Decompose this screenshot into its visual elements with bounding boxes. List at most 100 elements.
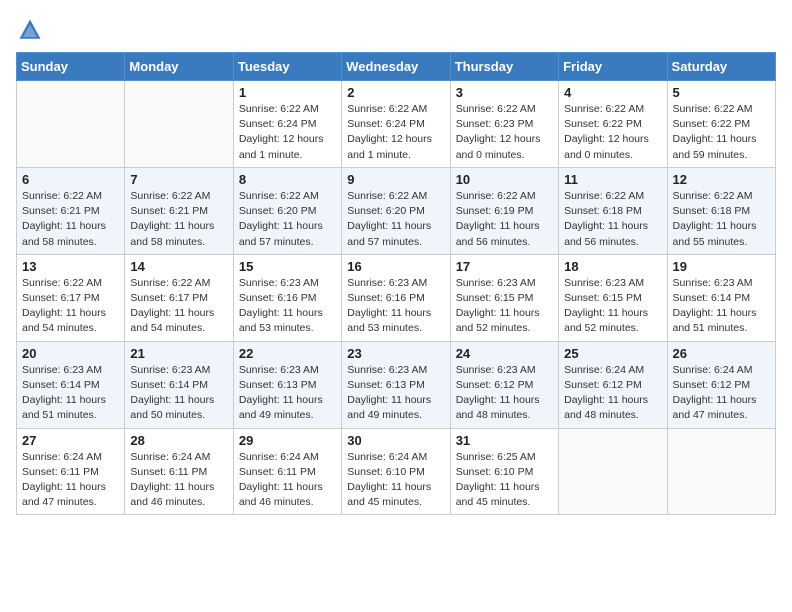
weekday-header-row: SundayMondayTuesdayWednesdayThursdayFrid… [17,53,776,81]
day-number: 5 [673,85,770,100]
day-info: Sunrise: 6:23 AMSunset: 6:16 PMDaylight:… [239,276,336,337]
logo [16,16,48,44]
weekday-header-saturday: Saturday [667,53,775,81]
weekday-header-tuesday: Tuesday [233,53,341,81]
day-info: Sunrise: 6:22 AMSunset: 6:21 PMDaylight:… [22,189,119,250]
day-number: 18 [564,259,661,274]
weekday-header-friday: Friday [559,53,667,81]
calendar-cell: 28Sunrise: 6:24 AMSunset: 6:11 PMDayligh… [125,428,233,515]
day-number: 28 [130,433,227,448]
day-info: Sunrise: 6:22 AMSunset: 6:20 PMDaylight:… [347,189,444,250]
calendar-cell: 27Sunrise: 6:24 AMSunset: 6:11 PMDayligh… [17,428,125,515]
day-number: 21 [130,346,227,361]
calendar-cell: 16 Sunrise: 6:23 AMSunset: 6:16 PMDayligh… [342,254,450,341]
day-number: 24 [456,346,553,361]
day-number: 9 [347,172,444,187]
day-number: 16 [347,259,444,274]
weekday-header-sunday: Sunday [17,53,125,81]
calendar-cell [125,81,233,168]
calendar-cell: 19 Sunrise: 6:23 AMSunset: 6:14 PMDayligh… [667,254,775,341]
day-number: 31 [456,433,553,448]
day-number: 17 [456,259,553,274]
weekday-header-wednesday: Wednesday [342,53,450,81]
day-info: Sunrise: 6:22 AMSunset: 6:21 PMDaylight:… [130,189,227,250]
day-number: 4 [564,85,661,100]
day-number: 6 [22,172,119,187]
calendar-cell: 4 Sunrise: 6:22 AMSunset: 6:22 PMDaylight… [559,81,667,168]
day-number: 10 [456,172,553,187]
day-number: 2 [347,85,444,100]
day-number: 23 [347,346,444,361]
day-info: Sunrise: 6:23 AMSunset: 6:14 PMDaylight:… [22,363,119,424]
day-info: Sunrise: 6:22 AMSunset: 6:17 PMDaylight:… [22,276,119,337]
day-number: 13 [22,259,119,274]
day-info: Sunrise: 6:22 AMSunset: 6:18 PMDaylight:… [673,189,770,250]
day-info: Sunrise: 6:25 AMSunset: 6:10 PMDaylight:… [456,450,553,511]
calendar-cell: 31 Sunrise: 6:25 AMSunset: 6:10 PMDayligh… [450,428,558,515]
calendar-cell: 29 Sunrise: 6:24 AMSunset: 6:11 PMDayligh… [233,428,341,515]
day-info: Sunrise: 6:22 AMSunset: 6:22 PMDaylight:… [564,102,661,163]
day-number: 8 [239,172,336,187]
calendar-cell: 22 Sunrise: 6:23 AMSunset: 6:13 PMDayligh… [233,341,341,428]
day-info: Sunrise: 6:23 AMSunset: 6:14 PMDaylight:… [673,276,770,337]
day-info: Sunrise: 6:22 AMSunset: 6:20 PMDaylight:… [239,189,336,250]
weekday-header-thursday: Thursday [450,53,558,81]
day-number: 15 [239,259,336,274]
day-number: 19 [673,259,770,274]
calendar-cell: 23 Sunrise: 6:23 AMSunset: 6:13 PMDayligh… [342,341,450,428]
day-info: Sunrise: 6:22 AMSunset: 6:24 PMDaylight:… [347,102,444,163]
calendar-week-row: 20 Sunrise: 6:23 AMSunset: 6:14 PMDayligh… [17,341,776,428]
calendar-cell: 3 Sunrise: 6:22 AMSunset: 6:23 PMDaylight… [450,81,558,168]
day-number: 3 [456,85,553,100]
calendar-cell: 8 Sunrise: 6:22 AMSunset: 6:20 PMDaylight… [233,167,341,254]
calendar-week-row: 27Sunrise: 6:24 AMSunset: 6:11 PMDayligh… [17,428,776,515]
day-info: Sunrise: 6:22 AMSunset: 6:17 PMDaylight:… [130,276,227,337]
calendar-cell: 26 Sunrise: 6:24 AMSunset: 6:12 PMDayligh… [667,341,775,428]
calendar-cell: 5 Sunrise: 6:22 AMSunset: 6:22 PMDaylight… [667,81,775,168]
day-info: Sunrise: 6:22 AMSunset: 6:22 PMDaylight:… [673,102,770,163]
calendar-week-row: 13 Sunrise: 6:22 AMSunset: 6:17 PMDayligh… [17,254,776,341]
calendar-cell: 15 Sunrise: 6:23 AMSunset: 6:16 PMDayligh… [233,254,341,341]
calendar-cell: 11 Sunrise: 6:22 AMSunset: 6:18 PMDayligh… [559,167,667,254]
day-info: Sunrise: 6:23 AMSunset: 6:12 PMDaylight:… [456,363,553,424]
calendar-cell: 24 Sunrise: 6:23 AMSunset: 6:12 PMDayligh… [450,341,558,428]
day-info: Sunrise: 6:24 AMSunset: 6:12 PMDaylight:… [673,363,770,424]
day-info: Sunrise: 6:24 AMSunset: 6:12 PMDaylight:… [564,363,661,424]
calendar-cell: 25Sunrise: 6:24 AMSunset: 6:12 PMDayligh… [559,341,667,428]
day-info: Sunrise: 6:22 AMSunset: 6:24 PMDaylight:… [239,102,336,163]
calendar-cell: 1 Sunrise: 6:22 AMSunset: 6:24 PMDaylight… [233,81,341,168]
weekday-header-monday: Monday [125,53,233,81]
calendar-cell: 10 Sunrise: 6:22 AMSunset: 6:19 PMDayligh… [450,167,558,254]
day-number: 29 [239,433,336,448]
day-info: Sunrise: 6:22 AMSunset: 6:23 PMDaylight:… [456,102,553,163]
calendar-cell: 13 Sunrise: 6:22 AMSunset: 6:17 PMDayligh… [17,254,125,341]
day-number: 22 [239,346,336,361]
calendar-cell: 9 Sunrise: 6:22 AMSunset: 6:20 PMDaylight… [342,167,450,254]
day-info: Sunrise: 6:23 AMSunset: 6:13 PMDaylight:… [239,363,336,424]
day-number: 20 [22,346,119,361]
calendar-week-row: 1 Sunrise: 6:22 AMSunset: 6:24 PMDaylight… [17,81,776,168]
day-info: Sunrise: 6:23 AMSunset: 6:16 PMDaylight:… [347,276,444,337]
calendar-week-row: 6 Sunrise: 6:22 AMSunset: 6:21 PMDaylight… [17,167,776,254]
day-info: Sunrise: 6:22 AMSunset: 6:19 PMDaylight:… [456,189,553,250]
day-number: 1 [239,85,336,100]
day-info: Sunrise: 6:24 AMSunset: 6:11 PMDaylight:… [239,450,336,511]
day-info: Sunrise: 6:23 AMSunset: 6:15 PMDaylight:… [456,276,553,337]
day-info: Sunrise: 6:23 AMSunset: 6:15 PMDaylight:… [564,276,661,337]
day-number: 11 [564,172,661,187]
calendar-cell [559,428,667,515]
calendar-cell: 20 Sunrise: 6:23 AMSunset: 6:14 PMDayligh… [17,341,125,428]
logo-icon [16,16,44,44]
day-number: 7 [130,172,227,187]
calendar-cell: 17 Sunrise: 6:23 AMSunset: 6:15 PMDayligh… [450,254,558,341]
calendar-cell: 21 Sunrise: 6:23 AMSunset: 6:14 PMDayligh… [125,341,233,428]
calendar-cell [667,428,775,515]
day-info: Sunrise: 6:22 AMSunset: 6:18 PMDaylight:… [564,189,661,250]
day-number: 30 [347,433,444,448]
calendar-cell: 12 Sunrise: 6:22 AMSunset: 6:18 PMDayligh… [667,167,775,254]
day-number: 12 [673,172,770,187]
day-info: Sunrise: 6:24 AMSunset: 6:11 PMDaylight:… [22,450,119,511]
day-info: Sunrise: 6:23 AMSunset: 6:14 PMDaylight:… [130,363,227,424]
day-number: 26 [673,346,770,361]
day-info: Sunrise: 6:23 AMSunset: 6:13 PMDaylight:… [347,363,444,424]
